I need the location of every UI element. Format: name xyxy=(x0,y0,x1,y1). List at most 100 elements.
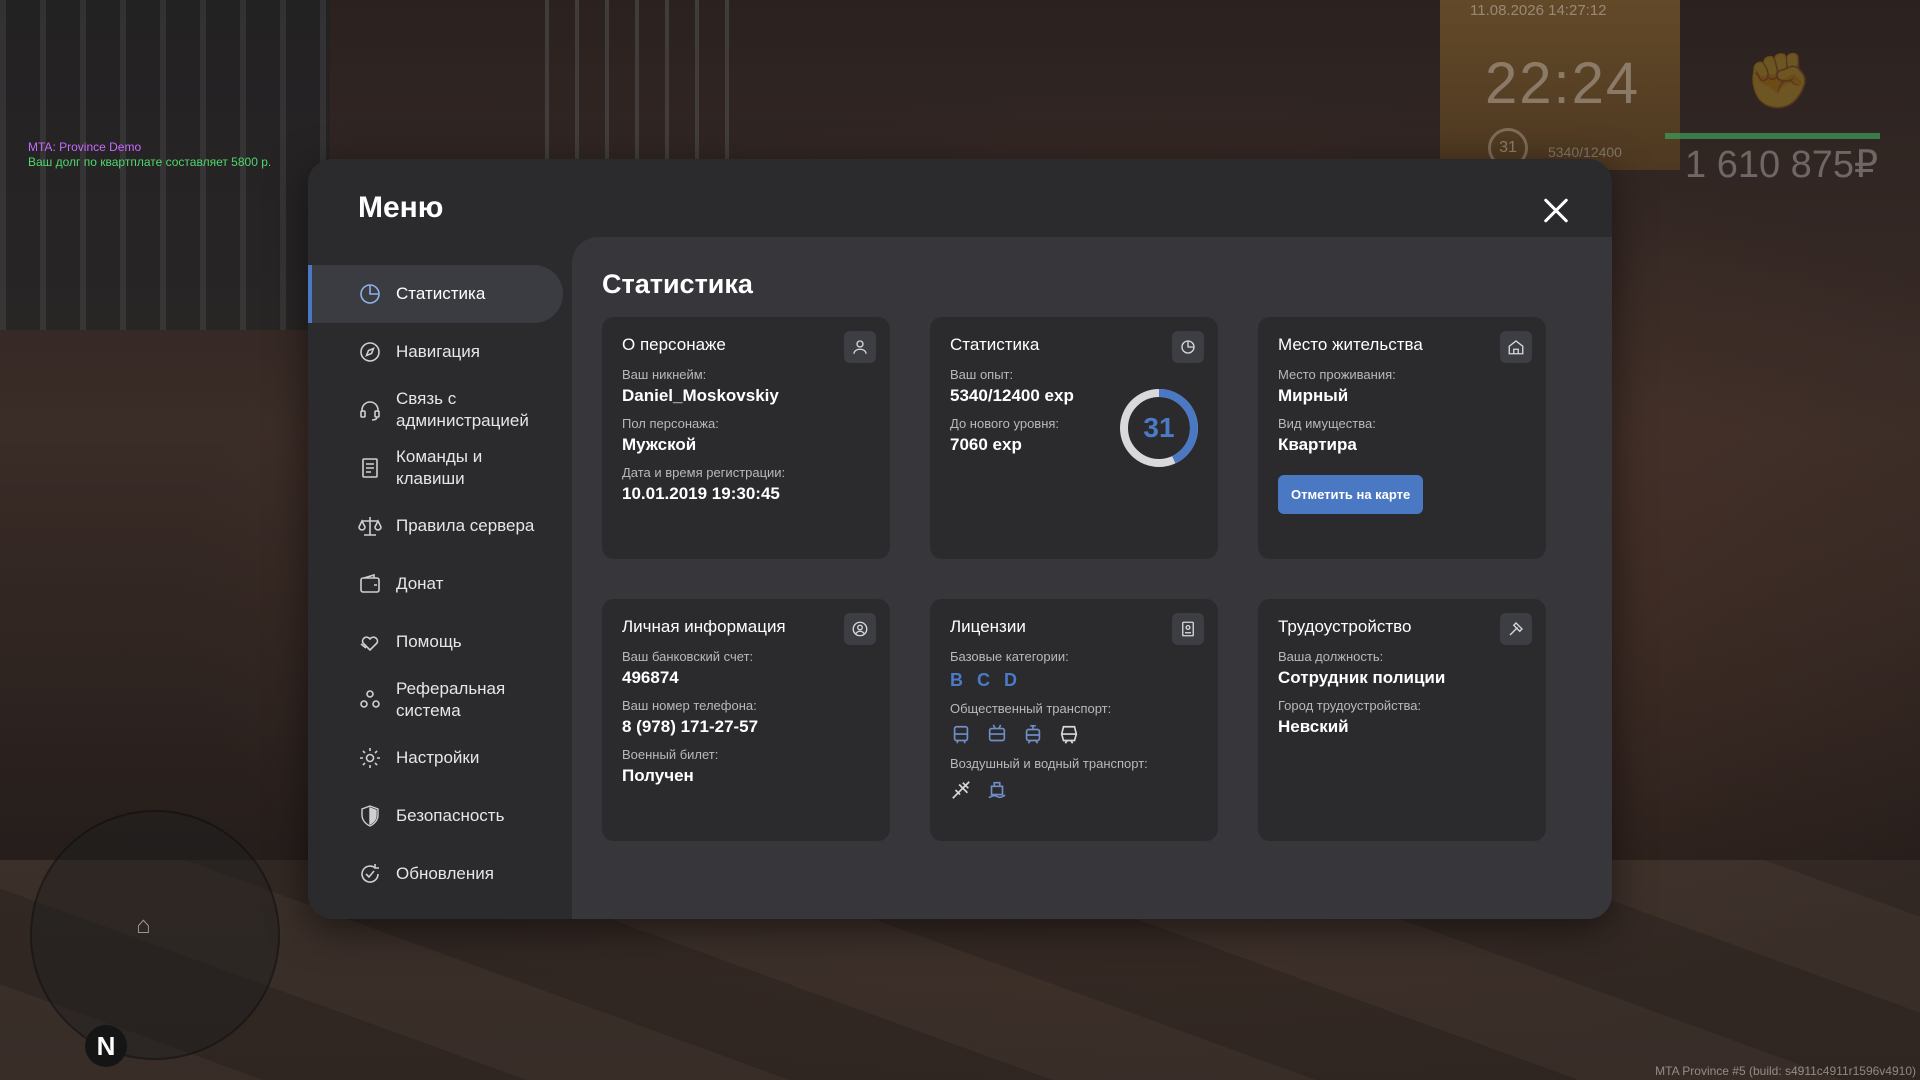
card-title: Трудоустройство xyxy=(1278,617,1412,636)
chat-server-line: MTA: Province Demo xyxy=(28,140,142,154)
home-icon: ⌂ xyxy=(136,912,151,939)
card-title: Лицензии xyxy=(950,617,1026,636)
mark-on-map-button[interactable]: Отметить на карте xyxy=(1278,475,1424,514)
position-value: Сотрудник полиции xyxy=(1278,668,1446,687)
city-label: Город трудоустройства: xyxy=(1278,698,1422,713)
sidebar-item-help[interactable]: Помощь xyxy=(308,613,563,671)
place-label: Место проживания: xyxy=(1278,367,1396,382)
license-icon xyxy=(1172,613,1204,645)
card-about-character: О персонаже Ваш никнейм: Daniel_Moskovsk… xyxy=(602,317,890,559)
sidebar-item-navigation[interactable]: Навигация xyxy=(308,323,563,381)
category-b: B xyxy=(950,670,965,690)
sidebar-item-settings[interactable]: Настройки xyxy=(308,729,563,787)
air-water-icons xyxy=(950,779,1198,801)
sidebar-item-label: Навигация xyxy=(396,342,480,361)
public-transport-label: Общественный транспорт: xyxy=(950,701,1112,716)
reg-label: Дата и время регистрации: xyxy=(622,465,786,480)
city-value: Невский xyxy=(1278,717,1349,736)
chat-box: MTA: Province Demo Ваш долг по квартплат… xyxy=(28,140,271,170)
card-residence: Место жительства Место проживания: Мирны… xyxy=(1258,317,1546,559)
bank-label: Ваш банковский счет: xyxy=(622,649,754,664)
gear-icon xyxy=(360,748,380,768)
phone-label: Ваш номер телефона: xyxy=(622,698,757,713)
public-transport-icons xyxy=(950,724,1198,746)
sidebar-item-statistics[interactable]: Статистика xyxy=(308,265,563,323)
sidebar-item-label: Донат xyxy=(396,574,444,593)
content-panel: Статистика О персонаже Ваш никнейм: Dani… xyxy=(572,237,1612,919)
air-water-label: Воздушный и водный транспорт: xyxy=(950,756,1148,771)
heart-hand-icon xyxy=(360,636,379,652)
compass-north: N xyxy=(85,1025,127,1067)
headset-icon xyxy=(360,401,380,421)
sidebar-item-rules[interactable]: Правила сервера xyxy=(308,497,563,555)
property-value: Квартира xyxy=(1278,435,1357,454)
gender-value: Мужской xyxy=(622,435,697,454)
card-personal-info: Личная информация Ваш банковский счет: 4… xyxy=(602,599,890,841)
shield-icon xyxy=(361,805,379,827)
menu-window: Меню Статистика Навигация Связь с админи… xyxy=(308,159,1612,919)
sidebar: Статистика Навигация Связь с администрац… xyxy=(308,265,563,903)
gender-label: Пол персонажа: xyxy=(622,416,719,431)
sidebar-item-label: Настройки xyxy=(396,748,480,767)
base-categories-label: Базовые категории: xyxy=(950,649,1069,664)
card-title: О персонаже xyxy=(622,335,726,354)
boat-icon xyxy=(988,781,1006,799)
card-employment: Трудоустройство Ваша должность: Сотрудни… xyxy=(1258,599,1546,841)
menu-title: Меню xyxy=(358,191,444,224)
card-title: Статистика xyxy=(950,335,1040,354)
sidebar-item-commands[interactable]: Команды и клавиши xyxy=(308,439,563,497)
hammer-icon xyxy=(1500,613,1532,645)
bank-value: 496874 xyxy=(622,668,679,687)
trolleybus-icon xyxy=(988,724,1006,742)
sidebar-item-label: Статистика xyxy=(396,284,486,303)
tram-icon xyxy=(1025,725,1041,744)
hud-health-bar xyxy=(1665,133,1880,139)
pie-chart-icon xyxy=(360,284,380,304)
chat-debt-line: Ваш долг по квартплате составляет 5800 р… xyxy=(28,155,272,169)
sidebar-item-donate[interactable]: Донат xyxy=(308,555,563,613)
reg-value: 10.01.2019 19:30:45 xyxy=(622,484,780,503)
place-value: Мирный xyxy=(1278,386,1349,405)
refresh-check-icon xyxy=(361,864,379,883)
sidebar-item-label: Обновления xyxy=(396,864,494,883)
military-label: Военный билет: xyxy=(622,747,719,762)
category-c: C xyxy=(977,670,992,690)
hud-clock: 22:24 xyxy=(1485,51,1641,116)
sidebar-item-label: Команды и клавиши xyxy=(396,447,483,488)
sidebar-item-label: Безопасность xyxy=(396,806,505,825)
card-title: Место жительства xyxy=(1278,335,1423,354)
card-title: Личная информация xyxy=(622,617,786,636)
category-d: D xyxy=(1004,670,1019,690)
bus-icon xyxy=(953,725,969,744)
sidebar-item-updates[interactable]: Обновления xyxy=(308,845,563,903)
content-title: Статистика xyxy=(602,269,753,299)
sidebar-item-label: Помощь xyxy=(396,632,462,651)
hud-money: 1 610 875₽ xyxy=(1685,144,1879,186)
build-info: MTA Province #5 (build: s4911c4911r1596v… xyxy=(1655,1064,1916,1078)
sidebar-item-label: Связь с администрацией xyxy=(396,389,529,430)
sidebar-item-referral[interactable]: Реферальная система xyxy=(308,671,563,729)
wallet-icon xyxy=(360,573,380,593)
user-icon xyxy=(844,331,876,363)
metro-icon xyxy=(1060,725,1078,744)
nick-label: Ваш никнейм: xyxy=(622,367,707,382)
background-cell-bars xyxy=(545,0,755,170)
level-number: 31 xyxy=(1143,412,1175,443)
compass-icon xyxy=(360,342,380,362)
close-button[interactable] xyxy=(1538,193,1574,229)
hud-exp: 5340/12400 xyxy=(1548,144,1622,160)
base-categories: BCD xyxy=(950,670,1198,691)
phone-value: 8 (978) 171-27-57 xyxy=(622,717,759,736)
users-icon xyxy=(360,690,380,708)
exp-label: Ваш опыт: xyxy=(950,367,1014,382)
card-licenses: Лицензии Базовые категории: BCD Обществе… xyxy=(930,599,1218,841)
sidebar-item-admin-contact[interactable]: Связь с администрацией xyxy=(308,381,563,439)
fist-icon: ✊ xyxy=(1745,51,1813,111)
user-circle-icon xyxy=(844,613,876,645)
airplane-icon xyxy=(952,781,970,799)
sidebar-item-label: Правила сервера xyxy=(396,516,535,535)
sidebar-item-security[interactable]: Безопасность xyxy=(308,787,563,845)
hud-datetime: 11.08.2026 14:27:12 xyxy=(1470,2,1607,19)
sidebar-item-label: Реферальная система xyxy=(396,679,506,720)
military-value: Получен xyxy=(622,766,694,785)
